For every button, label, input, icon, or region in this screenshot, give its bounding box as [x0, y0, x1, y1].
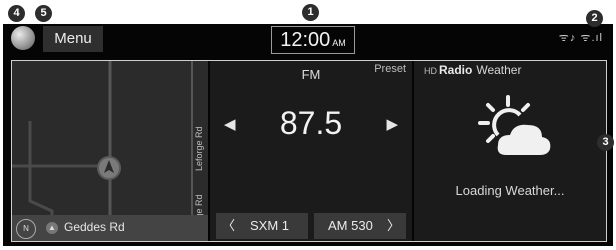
seek-next-station: AM 530 — [328, 218, 373, 233]
seek-prev-station: SXM 1 — [250, 218, 290, 233]
clock-ampm: AM — [332, 38, 346, 48]
radio-widget[interactable]: FM Preset ◀ 87.5 ▶ 〈 SXM 1 AM 530 〉 — [210, 61, 412, 241]
weather-widget[interactable]: HD Radio Weather Loading Weather... — [414, 61, 606, 241]
menu-button[interactable]: Menu — [43, 26, 103, 52]
callout-2: 2 — [586, 10, 603, 27]
callout-1: 1 — [302, 4, 319, 21]
chevron-left-icon: 〈 — [222, 218, 236, 233]
preset-button[interactable]: Preset — [374, 63, 406, 75]
callout-5: 5 — [35, 5, 52, 22]
current-street: Geddes Rd — [64, 220, 125, 234]
hd-radio-logo-icon: HD — [424, 66, 437, 76]
seek-prev-button[interactable]: 〈 SXM 1 — [216, 213, 308, 239]
hd-radio-label: Radio — [439, 63, 473, 77]
chevron-right-icon: 〉 — [386, 218, 400, 233]
callout-4: 4 — [8, 5, 25, 22]
clock-display[interactable]: 12:00 AM — [271, 26, 355, 54]
map-widget[interactable]: Leforge Rd Leforge Rd N ▲ Geddes Rd — [12, 61, 208, 241]
map-footer: N ▲ Geddes Rd — [12, 215, 208, 241]
weather-title: Weather — [476, 63, 522, 77]
weather-loading-text: Loading Weather... — [455, 183, 565, 198]
status-icons: ᯤ♪ ᯤ.ıl — [558, 32, 603, 44]
compass-icon[interactable]: N — [16, 219, 36, 239]
callout-3: 3 — [597, 134, 614, 151]
street-marker-icon: ▲ — [46, 222, 58, 234]
seek-bar: 〈 SXM 1 AM 530 〉 — [210, 207, 412, 241]
home-globe-icon[interactable] — [11, 26, 35, 50]
status-bar: Menu 12:00 AM ᯤ♪ ᯤ.ıl — [3, 24, 613, 56]
road-label-leforge: Leforge Rd — [194, 126, 204, 171]
radio-frequency: 87.5 — [279, 105, 343, 141]
map-roads — [12, 61, 208, 241]
head-unit-screen: Menu 12:00AM ᯤ♪ ᯤ.ıl Leforge Rd Leforge … — [3, 24, 613, 246]
seek-next-button[interactable]: AM 530 〉 — [314, 213, 406, 239]
home-widgets: Leforge Rd Leforge Rd N ▲ Geddes Rd FM P… — [11, 60, 607, 242]
tune-up-icon[interactable]: ▶ — [386, 115, 398, 133]
partly-cloudy-icon — [478, 95, 551, 155]
clock-time: 12:00 — [280, 29, 331, 51]
weather-header: HD Radio Weather — [424, 63, 521, 77]
